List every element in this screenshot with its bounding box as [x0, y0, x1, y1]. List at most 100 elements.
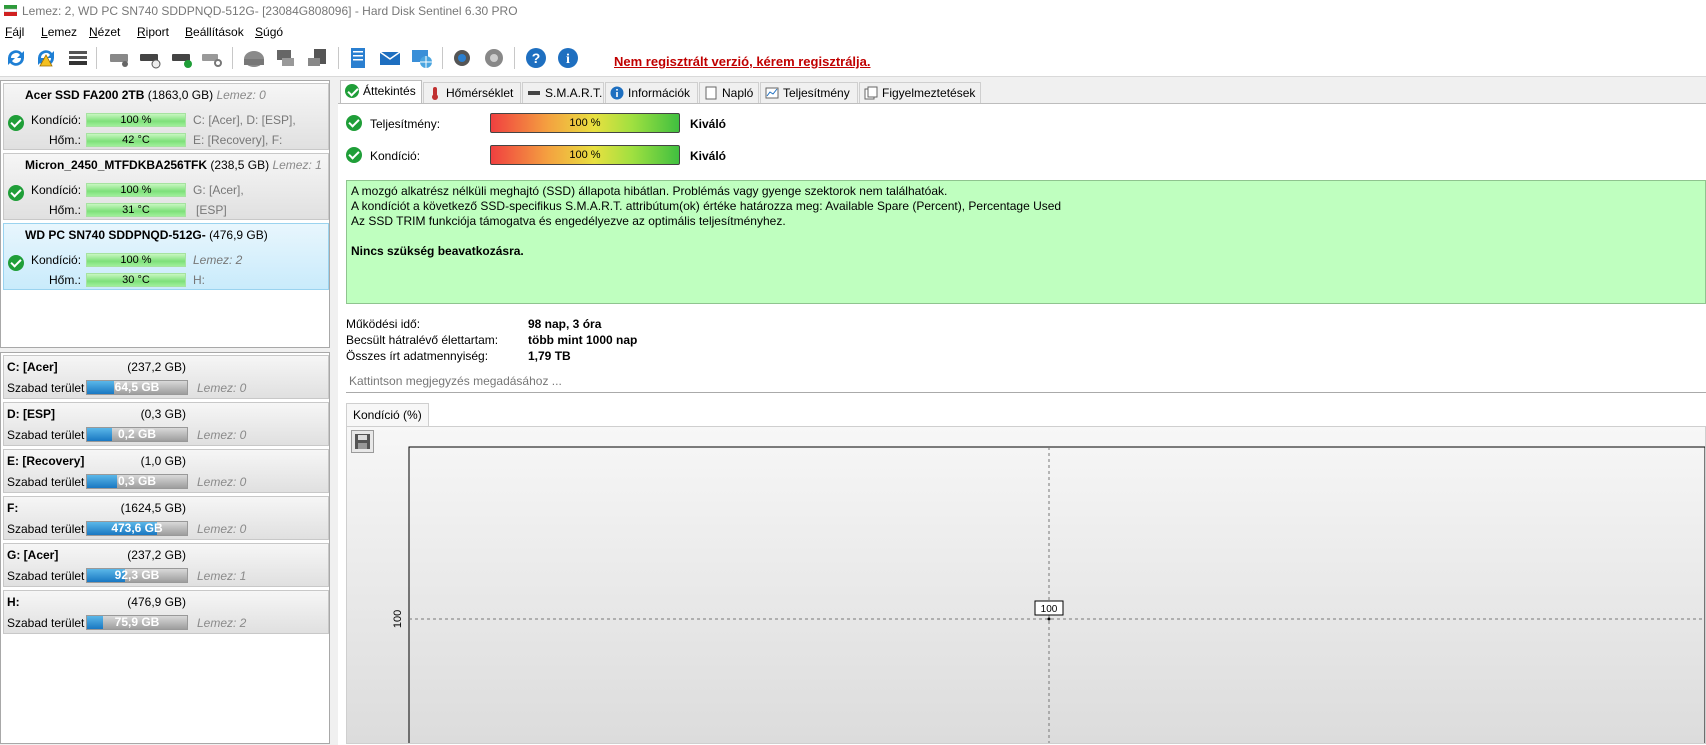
chart-tab[interactable]: Kondíció (%): [346, 403, 429, 426]
check-icon: [346, 147, 362, 163]
document-icon: [705, 86, 717, 100]
help-icon[interactable]: ?: [524, 46, 548, 70]
temperature-label: Hőm.:: [49, 273, 82, 287]
volume-size: (237,2 GB): [127, 548, 186, 562]
tab-temperature[interactable]: Hőmérséklet: [423, 82, 521, 103]
info-line: A mozgó alkatrész nélküli meghajtó (SSD)…: [351, 184, 948, 198]
menu-settings[interactable]: Beállítások: [185, 25, 244, 39]
disk-stack-icon[interactable]: [306, 46, 330, 70]
alerts-icon: [864, 86, 878, 100]
info-line: A kondíciót a következő SSD-specifikus S…: [351, 199, 1062, 213]
temperature-bar: 31 °C: [86, 203, 186, 217]
condition-chart-area: 100 100: [346, 426, 1706, 744]
volume-size: (237,2 GB): [127, 360, 186, 374]
performance-meter: 100 %: [490, 113, 680, 133]
check-icon: [346, 115, 362, 131]
disk-item[interactable]: Acer SSD FA200 2TB (1863,0 GB) Lemez: 0 …: [3, 83, 329, 150]
check-icon: [8, 115, 24, 131]
volume-item[interactable]: H: (476,9 GB) Szabad terület 75,9 GB Lem…: [3, 590, 329, 634]
free-space-bar: 0,3 GB: [86, 474, 188, 489]
disk-ok-icon[interactable]: [170, 46, 194, 70]
info-icon[interactable]: i: [556, 46, 580, 70]
disk-item[interactable]: Micron_2450_MTFDKBA256TFK (238,5 GB) Lem…: [3, 153, 329, 220]
volume-item[interactable]: G: [Acer] (237,2 GB) Szabad terület 92,3…: [3, 543, 329, 587]
free-space-bar: 75,9 GB: [86, 615, 188, 630]
disk-volumes: C: [Acer], D: [ESP],: [193, 113, 296, 127]
volume-name: H:: [7, 595, 20, 609]
floppy-icon: [355, 434, 370, 449]
volume-disk: Lemez: 1: [197, 569, 247, 583]
disk-info-icon[interactable]: [242, 46, 266, 70]
volume-item[interactable]: C: [Acer] (237,2 GB) Szabad terület 64,5…: [3, 355, 329, 399]
condition-bar: 100 %: [86, 253, 186, 267]
remaining-life-value: több mint 1000 nap: [528, 333, 638, 347]
refresh-all-icon[interactable]: [34, 46, 58, 70]
web-report-icon[interactable]: [410, 46, 434, 70]
disk-icon: [528, 91, 540, 95]
uptime-value: 98 nap, 3 óra: [528, 317, 602, 331]
status-info-box: A mozgó alkatrész nélküli meghajtó (SSD)…: [346, 180, 1706, 304]
refresh-icon[interactable]: [4, 46, 28, 70]
window-title: Lemez: 2, WD PC SN740 SDDPNQD-512G- [230…: [22, 4, 518, 18]
free-space-bar: 473,6 GB: [86, 521, 188, 536]
tab-overview[interactable]: Áttekintés: [340, 80, 422, 104]
remaining-life-label: Becsült hátralévő élettartam:: [346, 333, 499, 347]
menu-report[interactable]: Riport: [137, 25, 169, 39]
check-icon: [345, 84, 359, 98]
volume-name: F:: [7, 501, 19, 515]
disk-surface-icon[interactable]: [108, 46, 132, 70]
disk-list-icon[interactable]: [66, 46, 90, 70]
total-written-label: Összes írt adatmennyiség:: [346, 349, 489, 363]
volume-name: G: [Acer]: [7, 548, 59, 562]
menu-help[interactable]: Súgó: [255, 25, 283, 39]
temperature-label: Hőm.:: [49, 133, 82, 147]
tab-smart[interactable]: S.M.A.R.T.: [522, 82, 604, 103]
disk-schedule-icon[interactable]: [138, 46, 162, 70]
condition-rating: Kiváló: [690, 149, 727, 163]
free-space-label: Szabad terület: [7, 475, 85, 489]
volume-disk: Lemez: 0: [197, 381, 247, 395]
tab-performance[interactable]: Teljesítmény: [760, 82, 858, 103]
data-label: 100: [1041, 604, 1058, 615]
menu-bar: Fájl Lemez Nézet Riport Beállítások Súgó: [0, 22, 1706, 41]
volume-name: E: [Recovery]: [7, 454, 85, 468]
register-link[interactable]: Nem regisztrált verzió, kérem regisztrál…: [614, 54, 871, 69]
sound-icon[interactable]: [482, 46, 506, 70]
condition-label: Kondíció:: [370, 149, 421, 163]
disk-item-selected[interactable]: WD PC SN740 SDDPNQD-512G- (476,9 GB) Kon…: [3, 223, 329, 290]
network-disk-icon[interactable]: [274, 46, 298, 70]
tab-information[interactable]: Információk: [605, 82, 698, 103]
disk-volumes: E: [Recovery], F:: [193, 133, 283, 147]
menu-disk[interactable]: Lemez: [41, 25, 77, 39]
disk-search-icon[interactable]: [200, 46, 224, 70]
condition-meter: 100 %: [490, 145, 680, 165]
free-space-bar: 64,5 GB: [86, 380, 188, 395]
menu-file[interactable]: Fájl: [5, 25, 24, 39]
menu-view[interactable]: Nézet: [89, 25, 120, 39]
disk-volumes: G: [Acer],: [193, 183, 244, 197]
check-icon: [8, 255, 24, 271]
volume-item[interactable]: E: [Recovery] (1,0 GB) Szabad terület 0,…: [3, 449, 329, 493]
volume-size: (1624,5 GB): [120, 501, 186, 515]
save-chart-button[interactable]: [351, 430, 374, 453]
condition-bar: 100 %: [86, 113, 186, 127]
note-input[interactable]: Kattintson megjegyzés megadásához ...: [346, 370, 1706, 393]
condition-chart: 100 100: [392, 446, 1705, 743]
disk-name: Acer SSD FA200 2TB (1863,0 GB) Lemez: 0: [25, 88, 266, 102]
volume-name: D: [ESP]: [7, 407, 55, 421]
volume-name: C: [Acer]: [7, 360, 58, 374]
volume-item[interactable]: D: [ESP] (0,3 GB) Szabad terület 0,2 GB …: [3, 402, 329, 446]
y-tick-label: 100: [392, 610, 404, 628]
gear-icon[interactable]: [450, 46, 474, 70]
svg-text:i: i: [566, 52, 570, 67]
info-icon: [610, 86, 624, 100]
disk-list-panel: Acer SSD FA200 2TB (1863,0 GB) Lemez: 0 …: [0, 80, 330, 348]
report-icon[interactable]: [346, 46, 370, 70]
volume-disk: Lemez: 0: [197, 475, 247, 489]
tab-log[interactable]: Napló: [699, 82, 759, 103]
condition-label: Kondíció:: [31, 183, 82, 197]
email-icon[interactable]: [378, 46, 402, 70]
volume-disk: Lemez: 0: [197, 428, 247, 442]
tab-alerts[interactable]: Figyelmeztetések: [859, 82, 981, 103]
volume-item[interactable]: F: (1624,5 GB) Szabad terület 473,6 GB L…: [3, 496, 329, 540]
